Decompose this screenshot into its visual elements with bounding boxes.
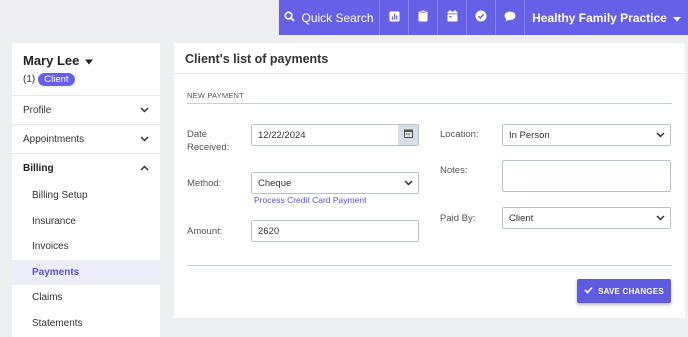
amount-label: Amount: [187,226,223,237]
method-select[interactable]: Cheque [251,172,419,194]
method-label: Method: [187,178,222,189]
date-received-label: Date Received: [187,129,230,153]
page-title: Client's list of payments [174,43,685,74]
calendar-button[interactable] [438,0,467,35]
date-received-input[interactable]: 12/22/2024 [251,124,419,146]
paid-by-select[interactable]: Client [502,207,671,229]
date-received-value: 12/22/2024 [258,129,306,141]
amount-input[interactable]: 2620 [251,220,419,242]
paid-by-label: Paid By: [440,213,476,224]
quick-search-label: Quick Search [301,10,374,25]
client-badge: Client [38,73,75,86]
section-label: NEW PAYMENT [187,91,244,100]
section-divider [187,103,672,104]
sidebar-item-label: Profile [23,104,52,116]
sidebar-subitem-payments[interactable]: Payments [12,259,160,285]
messages-button[interactable] [496,0,525,35]
sidebar-subitem-statements[interactable]: Statements [12,311,160,337]
client-count: (1) [23,74,36,85]
client-header: Mary Lee (1) Client [12,43,160,96]
notes-label: Notes: [440,165,468,176]
chevron-down-icon [140,134,149,145]
sidebar-item-billing[interactable]: Billing [12,154,160,183]
sidebar-subitem-billing-setup[interactable]: Billing Setup [12,183,160,209]
location-value: In Person [509,129,550,141]
tasks-button[interactable] [467,0,496,35]
chevron-down-icon [656,130,665,142]
sidebar-item-label: Billing [23,163,54,174]
method-value: Cheque [258,177,292,189]
paid-by-value: Client [509,212,534,224]
save-changes-label: SAVE CHANGES [598,286,664,296]
practice-selector[interactable]: Healthy Family Practice [525,0,688,35]
process-credit-card-link[interactable]: Process Credit Card Payment [254,195,366,205]
chevron-down-icon [672,11,681,25]
search-icon [284,11,296,25]
check-circle-icon [475,9,487,27]
check-icon [584,286,593,296]
top-nav: Quick Search Healthy Family Practice [279,0,688,35]
client-selector[interactable]: Mary Lee [23,53,149,68]
reports-button[interactable] [380,0,409,35]
calendar-icon [447,9,458,27]
footer-divider [187,265,672,266]
clipboard-icon [418,9,428,27]
client-meta: (1) Client [23,73,149,86]
chat-icon [504,9,516,27]
sidebar-item-appointments[interactable]: Appointments [12,125,160,154]
payments-card: Client's list of payments NEW PAYMENT Da… [174,43,685,318]
calendar-icon [403,129,413,141]
sidebar-subitem-invoices[interactable]: Invoices [12,234,160,260]
sidebar-item-profile[interactable]: Profile [12,96,160,125]
notes-button[interactable] [409,0,438,35]
sidebar-item-label: Appointments [23,133,85,145]
sidebar-subitem-claims[interactable]: Claims [12,285,160,311]
save-changes-button[interactable]: SAVE CHANGES [577,279,671,303]
practice-name: Healthy Family Practice [532,10,667,25]
chevron-down-icon [656,213,665,225]
amount-value: 2620 [258,225,280,237]
chevron-down-icon [140,105,149,116]
notes-textarea[interactable] [502,160,671,192]
date-picker-button[interactable] [398,125,418,145]
client-name: Mary Lee [23,53,80,68]
client-sidebar: Mary Lee (1) Client Profile Appointments… [12,43,160,337]
chevron-up-icon [140,163,149,174]
quick-search-button[interactable]: Quick Search [279,0,380,35]
sidebar-subitem-insurance[interactable]: Insurance [12,209,160,235]
chevron-down-icon [404,178,413,190]
top-bar: Quick Search Healthy Family Practice [0,0,688,35]
location-label: Location: [440,129,479,140]
location-select[interactable]: In Person [502,124,671,146]
chart-icon [388,9,400,27]
caret-down-icon [85,53,94,68]
